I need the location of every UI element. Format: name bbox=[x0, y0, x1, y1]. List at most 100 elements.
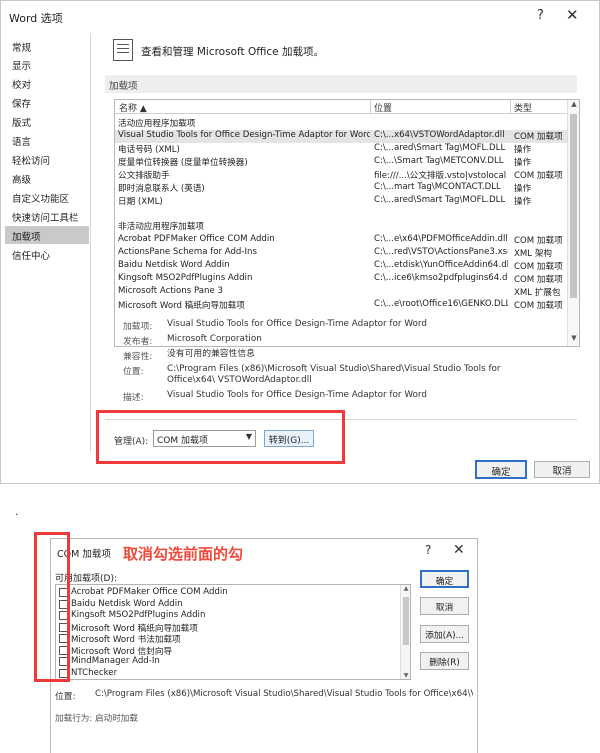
row-name: Acrobat PDFMaker Office COM Addin bbox=[118, 234, 275, 244]
row-type: COM 加载项 bbox=[514, 236, 563, 246]
list-item-label: NTChecker bbox=[71, 667, 118, 678]
scroll-up-icon[interactable]: ▲ bbox=[401, 585, 411, 592]
row-location: C:\...x64\VSTOWordAdaptor.dll bbox=[374, 130, 505, 140]
row-type: XML 扩展包 bbox=[514, 288, 561, 298]
addins-list: Acrobat PDFMaker Office COM Addin Baidu … bbox=[55, 584, 411, 680]
nav-item-trust-center[interactable]: 信任中心 bbox=[5, 245, 89, 263]
nav-item-proofing[interactable]: 校对 bbox=[5, 74, 89, 92]
nav-item-customize-ribbon[interactable]: 自定义功能区 bbox=[5, 188, 89, 206]
column-type[interactable]: 类型 bbox=[514, 101, 532, 114]
row-type: XML 架构 bbox=[514, 249, 553, 259]
inactive-group-label: 非活动应用程序加载项 bbox=[118, 222, 204, 232]
addins-panel: 查看和管理 Microsoft Office 加载项。 加载项 名称 ▲ 位置 … bbox=[105, 33, 581, 453]
scroll-up-icon[interactable]: ▲ bbox=[568, 100, 580, 112]
cancel-button[interactable]: 取消 bbox=[534, 461, 590, 478]
list-item-label: Microsoft Word 信封向导 bbox=[71, 646, 173, 657]
scroll-thumb[interactable] bbox=[570, 114, 577, 298]
list-item[interactable]: Baidu Netdisk Word Addin bbox=[59, 599, 399, 611]
options-nav: 常规 显示 校对 保存 版式 语言 轻松访问 高级 自定义功能区 快速访问工具栏… bbox=[1, 33, 91, 453]
nav-item-quick-access[interactable]: 快速访问工具栏 bbox=[5, 207, 89, 225]
scroll-down-icon[interactable]: ▼ bbox=[401, 672, 411, 679]
location-value: C:\Program Files (x86)\Microsoft Visual … bbox=[95, 689, 473, 699]
list-item-label: MindManager Add-In bbox=[71, 656, 160, 666]
detail-label: 兼容性: bbox=[123, 352, 153, 362]
remove-button[interactable]: 删除(R) bbox=[420, 652, 469, 670]
list-item-label: Microsoft Word 稿纸向导加载项 bbox=[71, 623, 198, 634]
list-item[interactable]: NTChecker bbox=[59, 668, 399, 680]
row-location: file:///...\公文排版.vsto|vstolocal bbox=[374, 171, 507, 181]
list-item[interactable]: Microsoft Word 书法加载项 bbox=[59, 633, 399, 645]
table-row[interactable]: 电话号码 (XML) C:\...ared\Smart Tag\MOFL.DLL… bbox=[115, 143, 567, 156]
row-type: 操作 bbox=[514, 184, 532, 194]
help-icon[interactable]: ? bbox=[425, 543, 431, 557]
load-behavior-value: 启动时加载 bbox=[95, 714, 138, 724]
row-name: Visual Studio Tools for Office Design-Ti… bbox=[118, 130, 370, 140]
title-bar: Word 选项 ? ✕ bbox=[1, 1, 599, 33]
row-name: Baidu Netdisk Word Addin bbox=[118, 260, 230, 270]
row-type: 操作 bbox=[514, 158, 532, 168]
list-item-label: Acrobat PDFMaker Office COM Addin bbox=[71, 587, 228, 597]
column-name[interactable]: 名称 ▲ bbox=[119, 101, 147, 114]
help-icon[interactable]: ? bbox=[537, 8, 544, 23]
table-row[interactable]: Microsoft Word 稿纸向导加载项 C:\...e\root\Offi… bbox=[115, 299, 567, 312]
row-type: COM 加载项 bbox=[514, 171, 563, 181]
row-name: 即时消息联系人 (英语) bbox=[118, 184, 205, 194]
ok-button[interactable]: 确定 bbox=[420, 570, 469, 588]
detail-value: Visual Studio Tools for Office Design-Ti… bbox=[167, 390, 427, 400]
table-row[interactable]: ActionsPane Schema for Add-Ins C:\...red… bbox=[115, 247, 567, 260]
table-scrollbar[interactable]: ▲ ▼ bbox=[567, 100, 579, 346]
row-type: 操作 bbox=[514, 145, 532, 155]
scroll-down-icon[interactable]: ▼ bbox=[568, 334, 580, 346]
nav-item-typography[interactable]: 版式 bbox=[5, 112, 89, 130]
detail-label: 描述: bbox=[123, 393, 144, 403]
nav-item-language[interactable]: 语言 bbox=[5, 131, 89, 149]
nav-item-accessibility[interactable]: 轻松访问 bbox=[5, 150, 89, 168]
row-location: C:\...ared\Smart Tag\MOFL.DLL bbox=[374, 195, 506, 205]
list-item-label: Microsoft Word 书法加载项 bbox=[71, 635, 181, 645]
table-row[interactable]: Baidu Netdisk Word Addin C:\...etdisk\Yu… bbox=[115, 260, 567, 273]
annotation-text: 取消勾选前面的勾 bbox=[123, 545, 244, 563]
nav-item-save[interactable]: 保存 bbox=[5, 93, 89, 111]
nav-item-addins[interactable]: 加载项 bbox=[5, 226, 89, 244]
list-item[interactable]: Kingsoft MSO2PdfPlugins Addin bbox=[59, 610, 399, 622]
table-row[interactable]: Kingsoft MSO2PdfPlugins Addin C:\...ice6… bbox=[115, 273, 567, 286]
ok-button[interactable]: 确定 bbox=[475, 460, 527, 479]
column-location[interactable]: 位置 bbox=[374, 101, 392, 114]
table-row[interactable]: Microsoft Actions Pane 3 XML 扩展包 bbox=[115, 286, 567, 299]
list-item[interactable]: MindManager Add-In bbox=[59, 656, 399, 668]
list-item-label: Kingsoft MSO2PdfPlugins Addin bbox=[71, 610, 206, 620]
nav-item-display[interactable]: 显示 bbox=[5, 55, 89, 73]
row-name: 公文排版助手 bbox=[118, 171, 170, 181]
row-type: COM 加载项 bbox=[514, 301, 563, 311]
table-row[interactable]: Acrobat PDFMaker Office COM Addin C:\...… bbox=[115, 234, 567, 247]
panel-header: 查看和管理 Microsoft Office 加载项。 bbox=[141, 46, 324, 58]
detail-label: 位置: bbox=[123, 367, 144, 377]
add-button[interactable]: 添加(A)... bbox=[420, 625, 469, 643]
table-row[interactable]: 即时消息联系人 (英语) C:\...mart Tag\MCONTACT.DLL… bbox=[115, 182, 567, 195]
cancel-button[interactable]: 取消 bbox=[420, 597, 469, 615]
list-item[interactable]: Acrobat PDFMaker Office COM Addin bbox=[59, 587, 399, 599]
detail-value: 没有可用的兼容性信息 bbox=[167, 349, 255, 359]
nav-item-advanced[interactable]: 高级 bbox=[5, 169, 89, 187]
scroll-thumb[interactable] bbox=[403, 597, 409, 645]
list-item[interactable]: Microsoft Word 稿纸向导加载项 bbox=[59, 622, 399, 634]
table-row[interactable]: Visual Studio Tools for Office Design-Ti… bbox=[115, 130, 567, 143]
highlight-box-checkboxes bbox=[34, 532, 70, 682]
list-item[interactable]: Microsoft Word 信封向导 bbox=[59, 645, 399, 657]
row-name: Microsoft Word 稿纸向导加载项 bbox=[118, 301, 245, 311]
addins-icon bbox=[113, 39, 133, 61]
row-name: Microsoft Actions Pane 3 bbox=[118, 286, 223, 296]
column-divider bbox=[370, 100, 371, 114]
nav-item-general[interactable]: 常规 bbox=[5, 37, 89, 55]
close-icon[interactable]: ✕ bbox=[453, 542, 465, 558]
row-type: COM 加载项 bbox=[514, 262, 563, 272]
highlight-box-manage bbox=[96, 410, 345, 464]
active-group-label: 活动应用程序加载项 bbox=[118, 119, 196, 129]
table-row[interactable]: 日期 (XML) C:\...ared\Smart Tag\MOFL.DLL 操… bbox=[115, 195, 567, 208]
close-icon[interactable]: ✕ bbox=[566, 6, 579, 24]
table-row[interactable]: 公文排版助手 file:///...\公文排版.vsto|vstolocal C… bbox=[115, 169, 567, 182]
list-scrollbar[interactable]: ▲ ▼ bbox=[400, 585, 410, 679]
table-header: 名称 ▲ 位置 类型 bbox=[115, 100, 567, 114]
row-location: C:\...ared\Smart Tag\MOFL.DLL bbox=[374, 143, 506, 153]
table-row[interactable]: 度量单位转换器 (度量单位转换器) C:\...\Smart Tag\METCO… bbox=[115, 156, 567, 169]
